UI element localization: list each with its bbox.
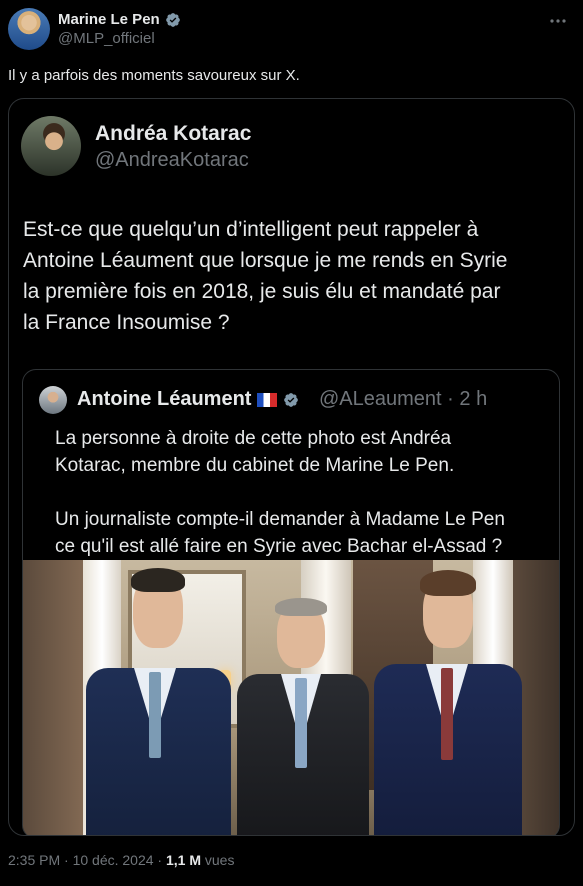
quoted-author-name[interactable]: Andréa Kotarac bbox=[95, 122, 251, 146]
author-handle[interactable]: @MLP_officiel bbox=[58, 30, 155, 47]
tweet-footer: 2:35 PM · 10 déc. 2024 · 1,1 M vues bbox=[8, 852, 234, 868]
france-flag-icon bbox=[257, 392, 278, 407]
quoted-author-handle[interactable]: @AndreaKotarac bbox=[95, 149, 249, 172]
quoted-tweet-text: Est-ce que quelqu’un d’intelligent peut … bbox=[23, 218, 508, 334]
verified-badge-icon bbox=[284, 392, 299, 407]
nested-author-handle[interactable]: @ALeaument bbox=[319, 388, 442, 410]
quoted-author-avatar[interactable] bbox=[21, 116, 81, 176]
nested-author-name[interactable]: Antoine Léaument bbox=[77, 388, 251, 411]
author-name-row[interactable]: Marine Le Pen bbox=[58, 11, 181, 28]
ellipsis-icon bbox=[550, 19, 566, 23]
views-count: 1,1 M bbox=[165, 852, 201, 868]
verified-badge-icon bbox=[165, 12, 180, 27]
views-label: vues bbox=[204, 852, 235, 868]
tweet-text: Il y a parfois des moments savoureux sur… bbox=[8, 67, 300, 84]
more-icon[interactable] bbox=[547, 12, 569, 30]
tweet-timestamp[interactable]: 2:35 PM · 10 déc. 2024 · bbox=[8, 852, 162, 868]
nested-tweet-time[interactable]: · 2 h bbox=[447, 388, 487, 410]
author-name[interactable]: Marine Le Pen bbox=[58, 11, 160, 28]
photo-person-left bbox=[78, 568, 238, 835]
nested-author-meta[interactable]: @ALeaument · 2 h bbox=[319, 388, 487, 411]
nested-author-avatar[interactable] bbox=[39, 386, 67, 414]
photo-person-right bbox=[368, 570, 528, 835]
author-avatar[interactable] bbox=[8, 8, 50, 50]
tweet-header: Marine Le Pen @MLP_officiel bbox=[8, 8, 575, 50]
quoted-tweet-card[interactable]: Andréa Kotarac @AndreaKotarac Est-ce que… bbox=[8, 98, 575, 836]
nested-quoted-tweet-card[interactable]: Antoine Léaument @ALeaument · 2 h La per… bbox=[22, 369, 560, 835]
photo-person-middle bbox=[233, 598, 373, 835]
nested-author-name-row[interactable]: Antoine Léaument bbox=[77, 388, 299, 411]
nested-tweet-text: La personne à droite de cette photo est … bbox=[55, 428, 505, 557]
tweet-photo[interactable] bbox=[23, 560, 559, 835]
